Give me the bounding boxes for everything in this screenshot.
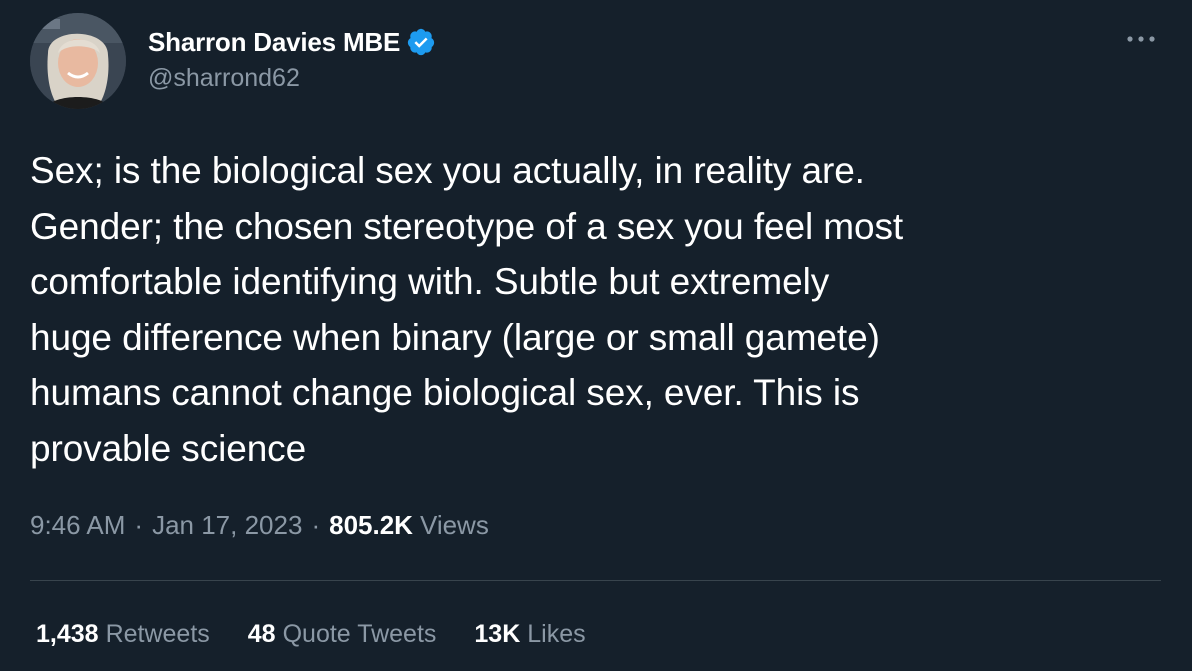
- tweet-time[interactable]: 9:46 AM: [30, 510, 125, 541]
- quote-tweets-label: Quote Tweets: [282, 620, 437, 648]
- likes-count: 13K: [474, 620, 521, 648]
- divider: [30, 580, 1161, 581]
- meta-separator: ·: [134, 510, 144, 540]
- more-options-icon[interactable]: [1124, 26, 1158, 52]
- likes-stat[interactable]: 13K Likes: [474, 620, 585, 649]
- tweet-meta: 9:46 AM · Jan 17, 2023 · 805.2K Views: [30, 510, 489, 541]
- author-name-row: Sharron Davies MBE: [148, 24, 436, 60]
- avatar-image: [30, 13, 126, 109]
- author-handle[interactable]: @sharrond62: [148, 64, 300, 93]
- verified-badge-icon: [406, 27, 436, 57]
- views-label: Views: [419, 510, 489, 540]
- retweets-stat[interactable]: 1,438 Retweets: [36, 620, 210, 649]
- tweet-text: Sex; is the biological sex you actually,…: [30, 150, 904, 469]
- views-count: 805.2K: [329, 510, 413, 540]
- avatar[interactable]: [30, 13, 126, 109]
- meta-separator: ·: [311, 510, 321, 540]
- retweets-label: Retweets: [105, 620, 210, 648]
- likes-label: Likes: [527, 620, 586, 648]
- retweets-count: 1,438: [36, 620, 99, 648]
- quote-tweets-stat[interactable]: 48 Quote Tweets: [248, 620, 437, 649]
- author-display-name[interactable]: Sharron Davies MBE: [148, 27, 400, 58]
- engagement-stats: 1,438 Retweets 48 Quote Tweets 13K Likes: [36, 620, 624, 649]
- tweet-date[interactable]: Jan 17, 2023: [152, 510, 302, 541]
- quote-tweets-count: 48: [247, 620, 276, 648]
